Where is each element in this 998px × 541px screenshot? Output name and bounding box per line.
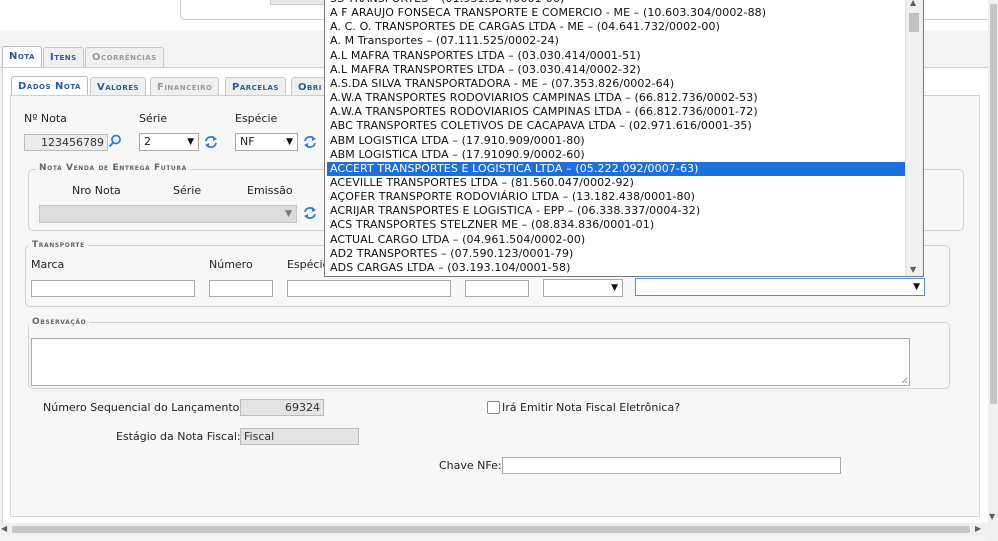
dropdown-option[interactable]: A.L MAFRA TRANSPORTES LTDA – (03.030.414…: [330, 63, 641, 77]
tab-itens[interactable]: Itens: [43, 47, 84, 67]
tab-valores[interactable]: Valores: [90, 77, 147, 97]
dropdown-option[interactable]: AÇOFER TRANSPORTE RODOVIÁRIO LTDA – (13.…: [330, 190, 695, 204]
estagio-input: Fiscal: [240, 428, 359, 445]
transporte-legend: Transporte: [29, 240, 88, 250]
numero-input[interactable]: [209, 280, 273, 297]
especie-label: Espécie: [235, 112, 278, 125]
dropdown-option[interactable]: ACRIJAR TRANSPORTES E LOGISTICA - EPP – …: [330, 204, 700, 218]
scroll-left-icon[interactable]: ◀: [1, 524, 7, 533]
marca-label: Marca: [31, 258, 65, 271]
entrega-futura-select[interactable]: ▼: [39, 205, 297, 223]
estagio-label: Estágio da Nota Fiscal:: [116, 430, 241, 443]
tab-parcelas[interactable]: Parcelas: [225, 77, 286, 97]
horizontal-scrollbar-thumb[interactable]: [12, 526, 970, 533]
transportadora-select[interactable]: ▼: [635, 278, 925, 296]
serie-label: Série: [139, 112, 168, 125]
entrega-futura-legend: Nota Venda de Entrega Futura: [36, 163, 190, 173]
nro-nota-label: Nro Nota: [72, 184, 121, 197]
dropdown-option[interactable]: A. C. O. TRANSPORTES DE CARGAS LTDA - ME…: [330, 20, 720, 34]
dropdown-option[interactable]: 3S TRANSPORTES – (01.931.324/0001-06): [330, 0, 564, 6]
dropdown-option[interactable]: ACS TRANSPORTES STELZNER ME – (08.834.83…: [330, 218, 654, 232]
dropdown-scrollbar-thumb[interactable]: [909, 13, 919, 32]
dropdown-option[interactable]: ABC TRANSPORTES COLETIVOS DE CACAPAVA LT…: [330, 119, 752, 133]
scroll-down-icon[interactable]: ▼: [910, 265, 916, 274]
dropdown-option[interactable]: ACCERT TRANSPORTES E LOGISTICA LTDA – (0…: [327, 161, 905, 176]
dropdown-option[interactable]: A. M Transportes – (07.111.525/0002-24): [330, 34, 559, 48]
especie-select[interactable]: NF ▼: [235, 133, 298, 151]
transporte-especie-input[interactable]: [287, 280, 451, 297]
seq-input: 69324: [240, 399, 324, 416]
dropdown-option[interactable]: A F ARAUJO FONSECA TRANSPORTE E COMERCIO…: [330, 6, 766, 20]
resize-grip-icon[interactable]: [901, 377, 908, 384]
tab-obrigacoes[interactable]: Obri: [291, 77, 327, 97]
tab-ocorrencias[interactable]: Ocorrências: [85, 47, 164, 67]
seq-label: Número Sequencial do Lançamento:: [43, 401, 244, 414]
top-panel-button[interactable]: [270, 0, 332, 5]
transporte-select[interactable]: ▼: [543, 279, 623, 297]
dropdown-option[interactable]: ACTUAL CARGO LTDA – (04.961.504/0002-00): [330, 233, 585, 247]
emitir-nfe-label: Irá Emitir Nota Fiscal Eletrônica?: [502, 401, 681, 414]
dropdown-option[interactable]: A.S.DA SILVA TRANSPORTADORA - ME – (07.3…: [330, 77, 674, 91]
refresh-icon[interactable]: [303, 135, 317, 149]
dropdown-option[interactable]: A.W.A TRANSPORTES RODOVIARIOS CAMPINAS L…: [330, 91, 758, 105]
scroll-up-icon[interactable]: ▲: [910, 0, 916, 7]
vertical-scrollbar-thumb[interactable]: [990, 4, 997, 404]
observacao-legend: Observação: [29, 317, 90, 327]
especie-value: NF: [240, 135, 255, 148]
emissao-label: Emissão: [247, 184, 293, 197]
transportadora-dropdown-list[interactable]: 3S TRANSPORTES – (01.931.324/0001-06)A F…: [324, 0, 924, 277]
numero-label: Número: [209, 258, 253, 271]
nota-number-input[interactable]: 123456789: [24, 134, 108, 151]
dropdown-option[interactable]: A.W.A TRANSPORTES RODOVIARIOS CAMPINAS L…: [330, 105, 758, 119]
chevron-down-icon: ▼: [286, 137, 293, 147]
refresh-icon[interactable]: [204, 135, 218, 149]
scroll-down-icon[interactable]: ▼: [989, 512, 995, 521]
emitir-nfe-checkbox[interactable]: [487, 401, 500, 414]
scroll-right-icon[interactable]: ▶: [975, 524, 981, 533]
dropdown-option[interactable]: ABM LOGISTICA LTDA – (17.910.909/0001-80…: [330, 134, 585, 148]
dropdown-option[interactable]: ABM LOGISTICA LTDA – (17.91090.9/0002-60…: [330, 148, 585, 162]
dropdown-option[interactable]: AD2 TRANSPORTES – (07.590.123/0001-79): [330, 247, 573, 261]
chave-nfe-label: Chave NFe:: [439, 459, 502, 472]
observacao-textarea[interactable]: [31, 338, 910, 386]
search-icon[interactable]: [108, 134, 122, 148]
transporte-especie-label: Espécie: [287, 258, 330, 271]
transporte-field-4[interactable]: [465, 280, 529, 297]
chave-nfe-input[interactable]: [502, 457, 841, 474]
refresh-icon[interactable]: [303, 206, 317, 220]
dropdown-option[interactable]: ACEVILLE TRANSPORTES LTDA – (81.560.047/…: [330, 176, 634, 190]
serie-select[interactable]: 2 ▼: [139, 133, 199, 151]
chevron-down-icon: ▼: [285, 209, 292, 219]
tab-financeiro[interactable]: Financeiro: [150, 77, 220, 97]
dropdown-option[interactable]: ADS CARGAS LTDA – (03.193.104/0001-58): [330, 261, 571, 275]
dropdown-scrollbar[interactable]: ▲ ▼: [905, 0, 923, 276]
chevron-down-icon: ▼: [913, 282, 920, 292]
nota-label: Nº Nota: [24, 112, 67, 125]
entrega-serie-label: Série: [173, 184, 202, 197]
dropdown-option[interactable]: A.L MAFRA TRANSPORTES LTDA – (03.030.414…: [330, 49, 641, 63]
serie-value: 2: [144, 135, 151, 148]
marca-input[interactable]: [31, 280, 195, 297]
chevron-down-icon: ▼: [611, 283, 618, 293]
tab-nota[interactable]: Nota: [2, 46, 42, 68]
chevron-down-icon: ▼: [187, 137, 194, 147]
